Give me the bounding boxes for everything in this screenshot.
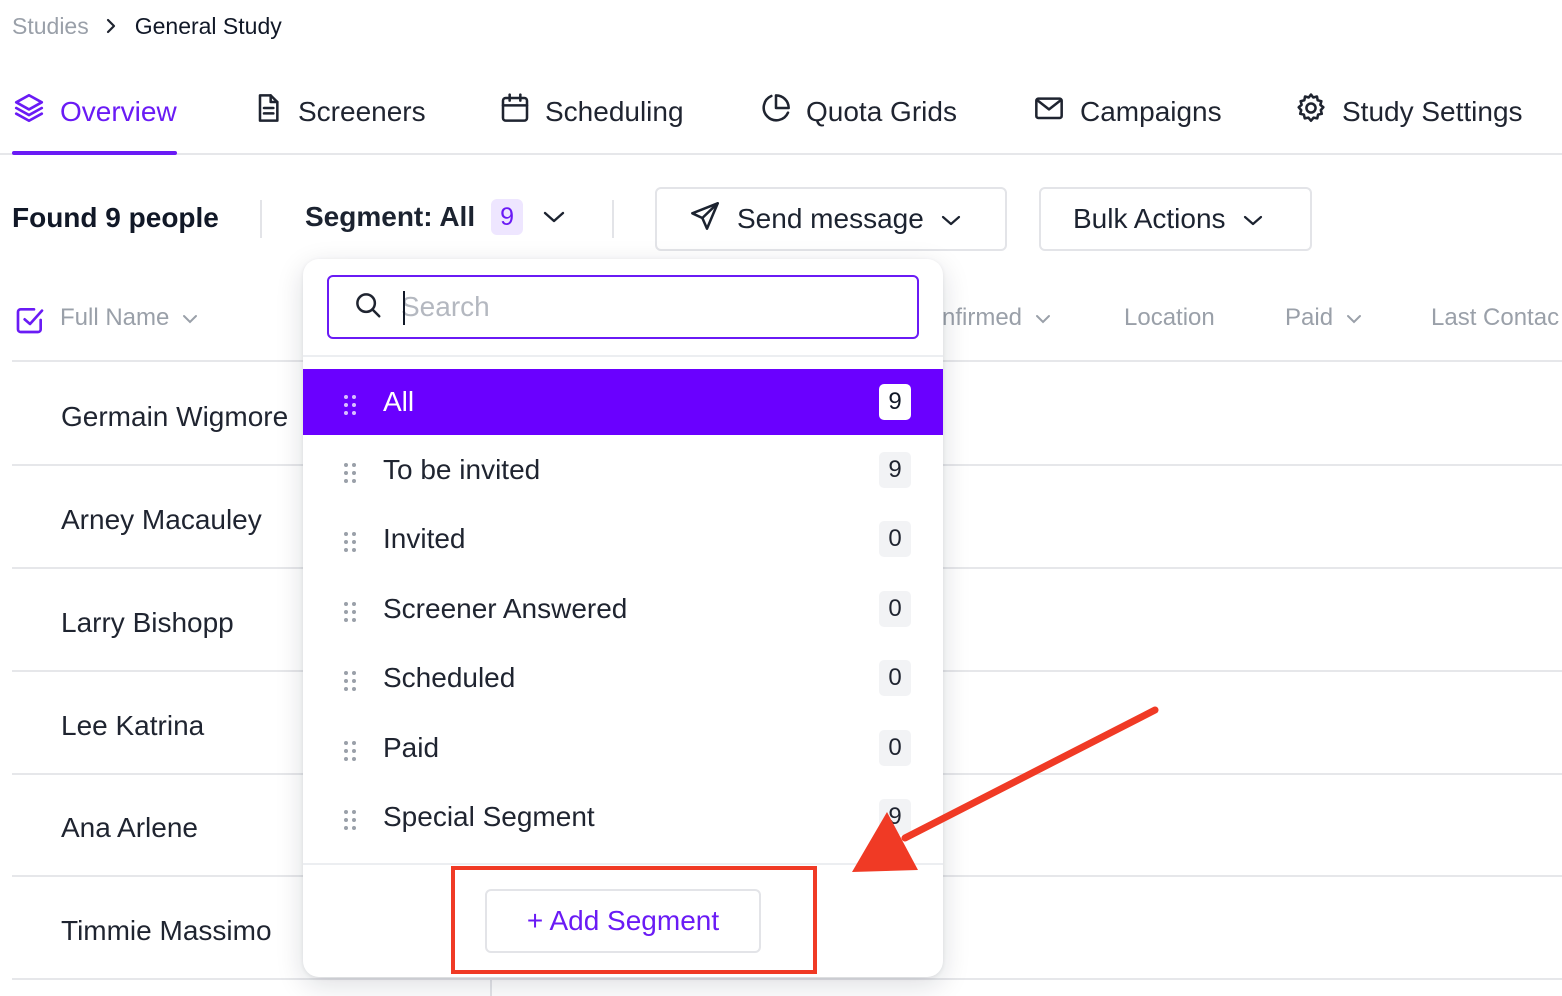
segment-item-to-be-invited[interactable]: To be invited 9 [303,435,943,505]
segment-item-screener-answered[interactable]: Screener Answered 0 [303,574,943,644]
tab-label: Screeners [298,95,426,127]
full-name-cell[interactable]: Ana Arlene [61,812,198,844]
breadcrumb: Studies General Study [12,12,282,40]
divider [303,863,943,865]
tab-study-settings[interactable]: Study Settings [1294,70,1523,153]
segment-label: Special Segment [383,801,595,833]
column-header-confirmed[interactable]: nfirmed [942,304,1052,332]
segment-label: To be invited [383,453,541,485]
segment-selector[interactable]: Segment: All 9 [305,199,565,235]
full-name-cell[interactable]: Lee Katrina [61,710,204,742]
gear-icon [1294,91,1328,132]
segment-count-badge: 9 [491,199,524,235]
segment-list: All 9 To be invited 9 Invited 0 Screener… [303,369,943,852]
chevron-down-icon [940,203,962,235]
tab-label: Scheduling [545,95,684,127]
chevron-right-icon [105,18,117,34]
segment-count-badge: 0 [879,660,911,697]
segment-count-badge: 9 [879,799,911,836]
mail-icon [1032,92,1066,131]
tab-campaigns[interactable]: Campaigns [1032,70,1222,153]
divider [612,200,614,238]
tab-scheduling[interactable]: Scheduling [499,70,684,153]
tab-quota-grids[interactable]: Quota Grids [760,70,957,153]
segment-label: Screener Answered [383,592,628,624]
column-label: Last Contac [1431,304,1560,331]
search-icon [353,290,383,325]
segment-item-paid[interactable]: Paid 0 [303,713,943,783]
chevron-down-icon [181,304,199,332]
segment-label: All [383,386,415,417]
annotation-highlight-box [451,866,817,974]
drag-handle-icon[interactable] [343,459,357,491]
tab-overview[interactable]: Overview [12,70,177,155]
results-count: Found 9 people [12,202,219,233]
segment-count-badge: 0 [879,729,911,766]
chevron-down-icon [1345,304,1363,332]
column-divider [490,980,492,996]
drag-handle-icon[interactable] [343,528,357,560]
segment-label: Segment: All [305,201,476,232]
calendar-icon [499,92,531,131]
drag-handle-icon[interactable] [343,737,357,769]
column-header-paid[interactable]: Paid [1285,304,1363,332]
full-name-cell[interactable]: Arney Macauley [61,504,262,536]
list-toolbar: Found 9 people Segment: All 9 Send messa… [12,186,1552,252]
document-icon [252,92,284,131]
send-message-label: Send message [737,203,924,234]
column-header-last-contacted[interactable]: Last Contac [1431,304,1559,332]
column-label: Paid [1285,304,1334,331]
segment-count-badge: 0 [879,521,911,558]
segment-search-box[interactable] [327,275,919,339]
segment-item-all[interactable]: All 9 [303,369,943,435]
column-label: Location [1124,304,1215,331]
drag-handle-icon[interactable] [343,667,357,699]
full-name-cell[interactable]: Germain Wigmore [61,401,288,433]
chevron-down-icon [1242,203,1264,235]
segment-label: Scheduled [383,662,516,694]
tab-label: Study Settings [1342,95,1523,127]
full-name-cell[interactable]: Timmie Massimo [61,915,272,947]
segment-item-special-segment[interactable]: Special Segment 9 [303,783,943,853]
tab-label: Overview [60,95,177,127]
drag-handle-icon[interactable] [343,598,357,630]
segment-item-invited[interactable]: Invited 0 [303,505,943,575]
tab-screeners[interactable]: Screeners [252,70,426,153]
drag-handle-icon[interactable] [343,806,357,838]
drag-handle-icon[interactable] [343,391,357,423]
full-name-cell[interactable]: Larry Bishopp [61,607,234,639]
select-all-checkbox-icon[interactable] [14,304,46,341]
segment-item-scheduled[interactable]: Scheduled 0 [303,644,943,714]
bulk-actions-button[interactable]: Bulk Actions [1039,187,1312,251]
study-tabs: Overview Screeners Scheduling Quota Grid… [0,70,1562,155]
segment-label: Paid [383,731,440,763]
segment-count-badge: 9 [879,384,911,420]
column-header-full-name[interactable]: Full Name [60,304,199,332]
segment-label: Invited [383,523,466,555]
segment-count-badge: 0 [879,590,911,627]
bulk-actions-label: Bulk Actions [1073,203,1226,234]
pie-chart-icon [760,92,792,131]
text-cursor [403,291,405,325]
chevron-down-icon [543,210,565,224]
tab-label: Campaigns [1080,95,1222,127]
send-message-button[interactable]: Send message [655,187,1007,251]
column-label: Full Name [60,304,170,331]
breadcrumb-current: General Study [134,12,282,39]
column-header-location[interactable]: Location [1124,304,1215,332]
divider [303,355,943,357]
send-icon [689,200,721,239]
layers-icon [12,91,46,132]
breadcrumb-studies-link[interactable]: Studies [12,13,89,40]
chevron-down-icon [1034,304,1052,332]
segment-search-input[interactable] [401,291,881,323]
tab-label: Quota Grids [806,95,957,127]
segment-count-badge: 9 [879,451,911,488]
column-label: nfirmed [942,304,1023,331]
divider [260,200,262,238]
